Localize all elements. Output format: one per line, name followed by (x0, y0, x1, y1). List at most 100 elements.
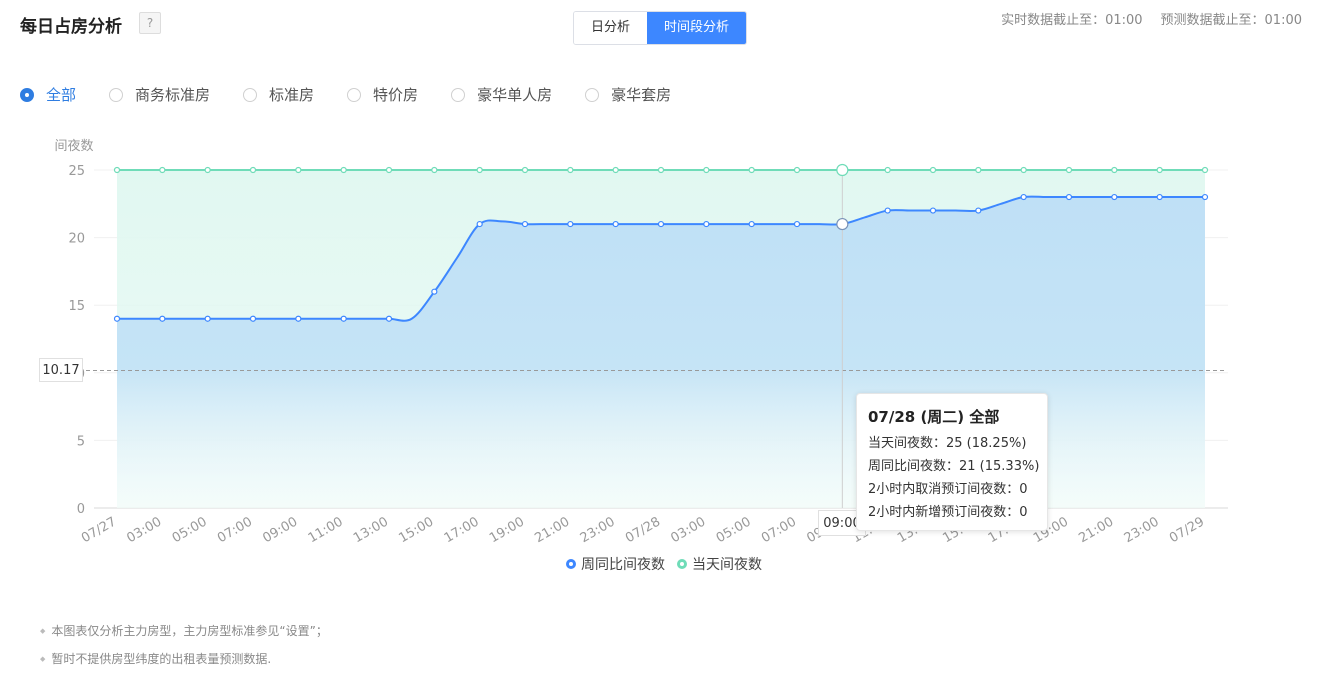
point-today (657, 166, 665, 174)
occupancy-area-chart: 间夜数051015202507/2703:0005:0007:0009:0011… (54, 139, 1228, 546)
legend-item-yoy[interactable]: 周同比间夜数 (566, 554, 665, 574)
reference-line-label: 10.17 (39, 358, 83, 382)
legend-marker-icon (677, 559, 687, 569)
point-today (567, 166, 574, 174)
x-tick-label: 03:00 (124, 514, 164, 546)
realtime-cutoff: 实时数据截止至：01:00 (1001, 13, 1143, 28)
point-yoy (249, 315, 257, 322)
point-yoy (476, 220, 483, 228)
point-yoy (113, 315, 121, 322)
point-today (476, 166, 483, 174)
radio-dot-icon (20, 87, 34, 102)
point-yoy (929, 207, 937, 214)
x-tick-label: 07/27 (79, 514, 119, 546)
point-today (204, 166, 211, 174)
point-today (249, 166, 257, 174)
x-tick-label: 23:00 (578, 514, 618, 546)
radio-deluxe-single[interactable]: 豪华单人房 (451, 84, 552, 105)
point-today (431, 166, 438, 174)
footnotes: 本图表仅分析主力房型，主力房型标准参见“设置”； 暂时不提供房型纬度的出租表量预… (40, 617, 328, 673)
point-today (748, 166, 755, 174)
point-today (793, 166, 801, 174)
point-today (1020, 166, 1027, 174)
y-tick-label: 5 (77, 434, 85, 449)
point-yoy (295, 315, 302, 322)
legend-item-today[interactable]: 当天间夜数 (677, 554, 762, 574)
point-yoy (1065, 193, 1073, 201)
x-tick-label: 11:00 (306, 514, 346, 546)
x-tick-label: 17:00 (442, 514, 482, 546)
y-tick-label: 25 (68, 164, 85, 179)
point-yoy (1020, 193, 1027, 201)
point-today (1111, 166, 1118, 174)
legend-label: 周同比间夜数 (581, 557, 665, 573)
radio-label: 特价房 (373, 86, 419, 104)
chart-tooltip: 07/28 (周二) 全部 当天间夜数：25 (18.25%) 周同比间夜数：2… (856, 393, 1048, 531)
x-tick-label: 07:00 (759, 514, 799, 546)
point-today (929, 166, 937, 174)
tooltip-today-nights: 当天间夜数：25 (18.25%) (868, 436, 1027, 451)
point-yoy (204, 315, 211, 322)
point-yoy (1201, 193, 1209, 201)
point-today (159, 166, 166, 174)
help-icon[interactable]: ? (139, 12, 161, 34)
radio-deluxe-suite[interactable]: 豪华套房 (585, 84, 671, 105)
point-today (340, 166, 347, 174)
analysis-tab-switch: 日分析 时间段分析 (573, 11, 748, 45)
radio-special-price[interactable]: 特价房 (347, 84, 418, 105)
radio-dot-icon (109, 87, 124, 102)
point-yoy (793, 220, 801, 228)
point-today (703, 166, 710, 174)
x-tick-label: 19:00 (487, 514, 527, 546)
x-tick-label: 15:00 (396, 514, 436, 546)
radio-business-standard[interactable]: 商务标准房 (109, 84, 210, 105)
point-today (385, 166, 393, 174)
radio-dot-icon (451, 87, 466, 102)
radio-dot-icon (243, 87, 258, 102)
point-today (1065, 166, 1073, 174)
radio-standard[interactable]: 标准房 (243, 84, 314, 105)
footnote: 暂时不提供房型纬度的出租表量预测数据. (40, 645, 328, 673)
point-yoy (340, 315, 347, 322)
point-today (113, 166, 121, 174)
legend-marker-icon (566, 559, 576, 569)
radio-label: 商务标准房 (135, 86, 211, 104)
x-tick-label: 07/29 (1167, 514, 1207, 546)
tab-time-period-analysis[interactable]: 时间段分析 (647, 12, 747, 44)
tooltip-title: 07/28 (周二) 全部 (868, 408, 1000, 426)
data-cutoff-info: 实时数据截止至：01:00 预测数据截止至：01:00 (1001, 9, 1302, 28)
point-yoy (1111, 193, 1118, 201)
x-tick-label: 21:00 (532, 514, 572, 546)
radio-label: 标准房 (269, 86, 315, 104)
x-tick-label: 07/28 (623, 514, 663, 546)
y-tick-label: 15 (68, 299, 85, 314)
point-today (975, 166, 982, 174)
point-yoy (159, 315, 166, 322)
point-yoy (521, 220, 529, 228)
forecast-cutoff: 预测数据截止至：01:00 (1160, 13, 1302, 28)
legend-label: 当天间夜数 (692, 557, 762, 573)
x-tick-label: 07:00 (215, 514, 255, 546)
point-yoy (567, 220, 574, 228)
x-tick-label: 21:00 (1076, 514, 1116, 546)
point-yoy (748, 220, 755, 228)
tab-daily-analysis[interactable]: 日分析 (574, 12, 648, 44)
point-yoy (385, 315, 393, 322)
x-tick-label: 03:00 (668, 514, 708, 546)
point-yoy (884, 207, 891, 214)
point-today (1156, 166, 1163, 174)
point-today (295, 166, 302, 174)
radio-all[interactable]: 全部 (20, 84, 76, 105)
point-yoy (975, 207, 982, 214)
x-tick-label: 05:00 (170, 514, 210, 546)
point-yoy (836, 217, 849, 231)
point-today (1201, 166, 1209, 174)
y-tick-label: 20 (68, 232, 85, 247)
point-yoy (612, 220, 619, 228)
point-today (612, 166, 619, 174)
point-today (836, 163, 849, 177)
point-yoy (657, 220, 665, 228)
x-tick-label: 05:00 (714, 514, 754, 546)
chart-legend: 周同比间夜数 当天间夜数 (566, 554, 774, 574)
point-today (521, 166, 529, 174)
